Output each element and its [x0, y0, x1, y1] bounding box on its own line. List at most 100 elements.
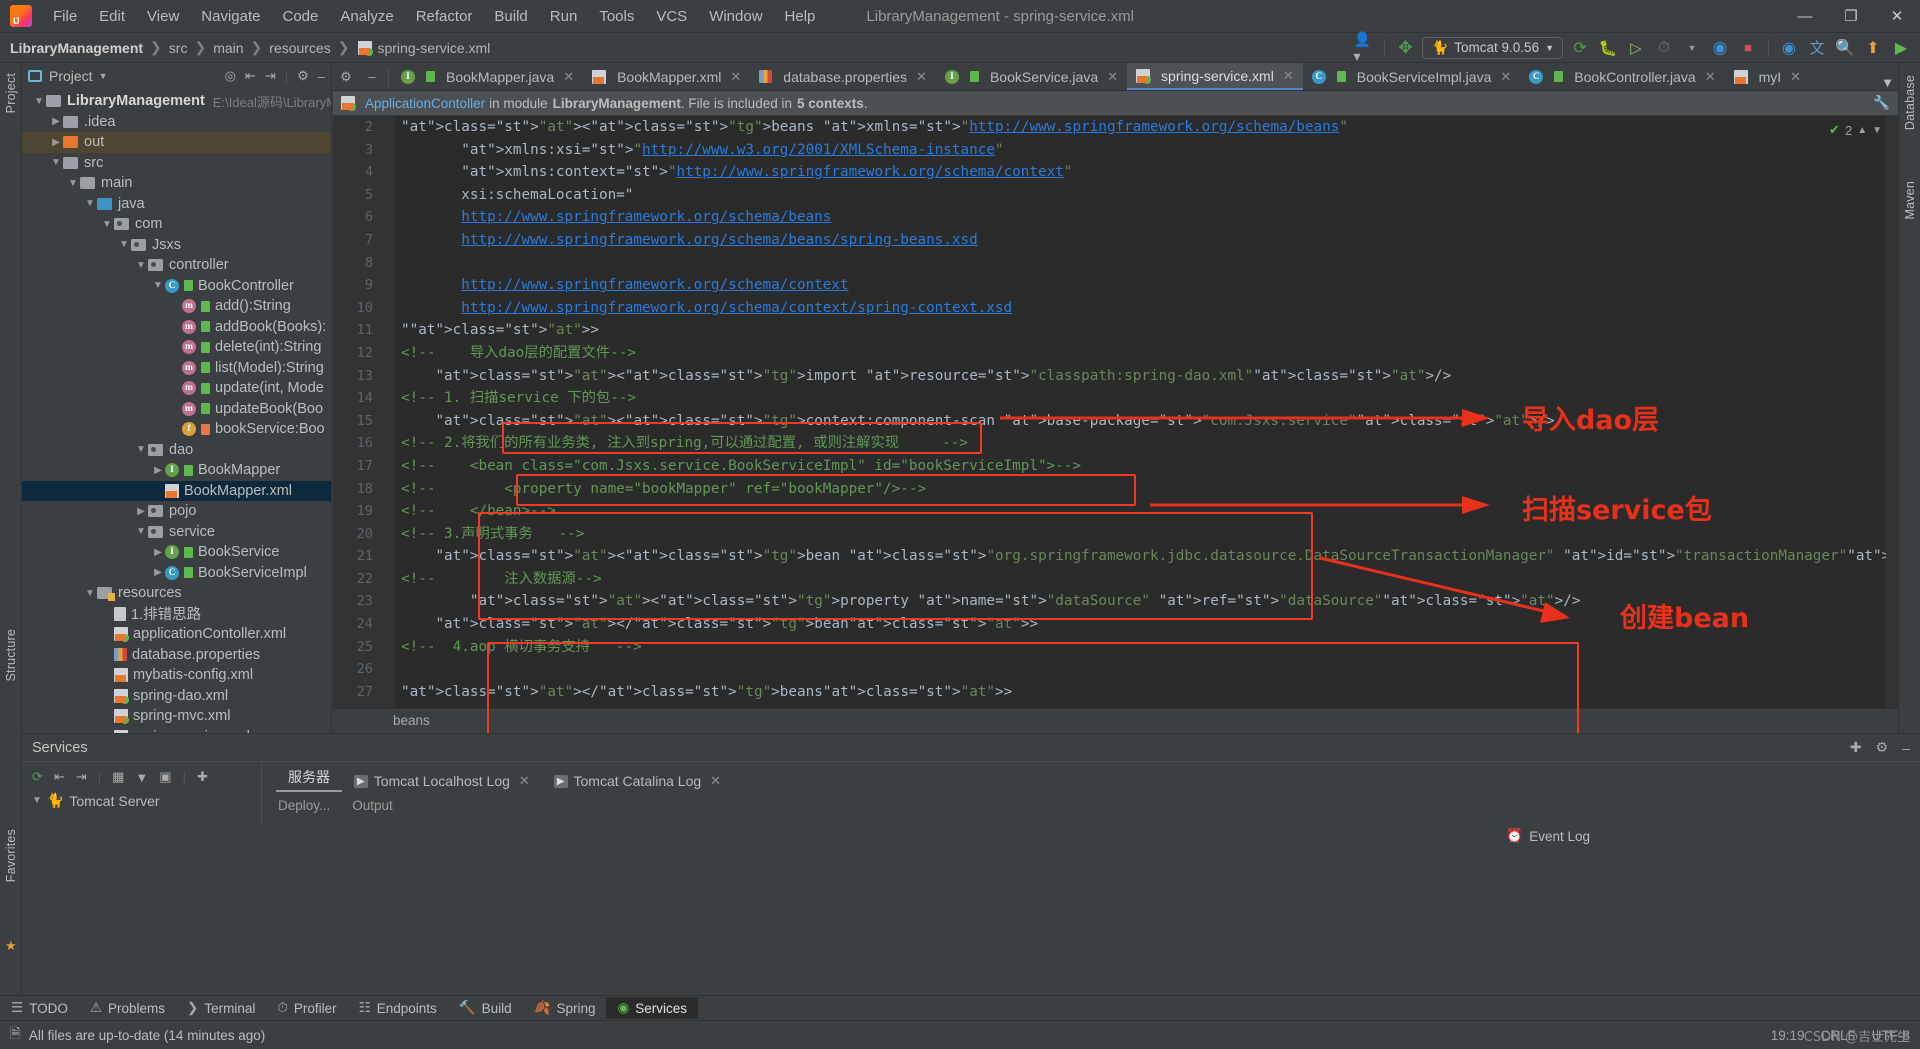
close-icon[interactable]: ✕: [1705, 69, 1716, 85]
expand-icon[interactable]: ⇤: [54, 769, 65, 785]
hammer-icon[interactable]: ✥: [1394, 37, 1416, 59]
tree-item[interactable]: m delete(int):String: [22, 337, 331, 358]
code-line[interactable]: http://www.springframework.org/schema/co…: [395, 297, 1898, 320]
search-everywhere-icon[interactable]: ◉: [1778, 37, 1800, 59]
editor-tab[interactable]: I BookService.java ✕: [936, 63, 1127, 90]
close-icon[interactable]: ✕: [730, 69, 741, 85]
chevron-down-icon[interactable]: ▼: [49, 157, 63, 168]
menu-tools[interactable]: Tools: [588, 5, 645, 28]
tool-window-structure[interactable]: Structure: [4, 623, 18, 688]
run-coverage-icon[interactable]: ▷: [1625, 37, 1647, 59]
code-line[interactable]: <!-- <bean class="com.Jsxs.service.BookS…: [395, 455, 1898, 478]
tree-item[interactable]: BookMapper.xml: [22, 480, 331, 501]
code-line[interactable]: "at">class="st">"at"><"at">class="st">"t…: [395, 545, 1898, 568]
code-line[interactable]: http://www.springframework.org/schema/be…: [395, 229, 1898, 252]
menu-view[interactable]: View: [136, 5, 190, 28]
tree-item[interactable]: ▼ src: [22, 153, 331, 174]
user-icon[interactable]: 👤▾: [1353, 31, 1375, 64]
chevron-down-icon[interactable]: ▼: [66, 178, 80, 189]
tree-item[interactable]: ▼ java: [22, 194, 331, 215]
collapse-all-icon[interactable]: ⇥: [265, 68, 276, 84]
notification-contexts[interactable]: 5 contexts: [797, 96, 864, 111]
maximize-button[interactable]: ❐: [1828, 0, 1874, 32]
translate-icon[interactable]: 文: [1806, 37, 1828, 59]
debug-icon[interactable]: 🐛: [1597, 37, 1619, 59]
add-service-icon[interactable]: ✚: [1850, 739, 1862, 756]
code-editor[interactable]: 2 3 4 5 6 7 8 9 10 11 12 13 14 15 16 17 18 19 20 21 22 23 24 25…: [333, 116, 1898, 708]
inspection-widget[interactable]: ✔ 2 ▲ ▼: [1829, 122, 1882, 138]
chevron-right-icon[interactable]: ▶: [151, 547, 165, 558]
tool-window-button-problems[interactable]: ⚠ Problems: [79, 997, 176, 1019]
tree-item[interactable]: spring-mvc.xml: [22, 706, 331, 727]
code-line[interactable]: "at">class="st">"at"><"at">class="st">"t…: [395, 116, 1898, 139]
idea-inspect-icon[interactable]: ◉: [1709, 37, 1731, 59]
tree-item[interactable]: ▶ C BookServiceImpl: [22, 563, 331, 584]
editor-tab[interactable]: database.properties ✕: [750, 63, 936, 90]
breadcrumb-main[interactable]: main: [213, 40, 243, 56]
chevron-down-icon[interactable]: ▼: [1881, 75, 1894, 90]
tree-item[interactable]: ▼ Jsxs: [22, 235, 331, 256]
code-line[interactable]: <!-- 导入dao层的配置文件-->: [395, 342, 1898, 365]
tree-item[interactable]: ▼ dao: [22, 440, 331, 461]
tree-item[interactable]: ▼ main: [22, 173, 331, 194]
code-line[interactable]: "at">class="st">"at"><"at">class="st">"t…: [395, 590, 1898, 613]
editor-scrollbar[interactable]: [1886, 116, 1898, 708]
code-line[interactable]: [395, 252, 1898, 275]
code-line[interactable]: <!-- 注入数据源-->: [395, 568, 1898, 591]
tool-window-database[interactable]: Database: [1903, 69, 1917, 136]
menu-refactor[interactable]: Refactor: [405, 5, 484, 28]
group-icon[interactable]: ▦: [112, 769, 124, 785]
tab-overflow[interactable]: ▼: [1881, 75, 1898, 90]
editor-tab[interactable]: I BookMapper.java ✕: [392, 63, 583, 90]
tree-item[interactable]: ▼ controller: [22, 255, 331, 276]
close-icon[interactable]: ✕: [710, 773, 721, 789]
tree-item[interactable]: ▶ out: [22, 132, 331, 153]
menu-file[interactable]: File: [42, 5, 88, 28]
tool-window-favorites[interactable]: Favorites: [4, 823, 18, 888]
code-line[interactable]: <!-- 2.将我们的所有业务类, 注入到spring,可以通过配置, 或则注解…: [395, 432, 1898, 455]
editor-tab[interactable]: BookMapper.xml ✕: [583, 63, 750, 90]
menu-window[interactable]: Window: [698, 5, 773, 28]
chevron-down-icon[interactable]: ▼: [32, 795, 42, 806]
filter-icon[interactable]: ▼: [135, 770, 148, 785]
menu-help[interactable]: Help: [774, 5, 827, 28]
star-icon[interactable]: ★: [5, 938, 17, 954]
code-line[interactable]: "at">class="st">"at"></"at">class="st">"…: [395, 681, 1898, 704]
chevron-down-icon[interactable]: ▼: [83, 588, 97, 599]
chevron-right-icon[interactable]: ▶: [49, 137, 63, 148]
chevron-down-icon[interactable]: ▼: [1681, 37, 1703, 59]
tree-item[interactable]: ▼ LibraryManagement E:\Ideal源码\LibraryMa: [22, 91, 331, 112]
expand-all-icon[interactable]: ⇤: [245, 68, 256, 84]
chevron-down-icon[interactable]: ▼: [134, 526, 148, 537]
code-line[interactable]: <!-- 3.声明式事务 -->: [395, 523, 1898, 546]
chevron-down-icon[interactable]: ▼: [151, 280, 165, 291]
stop-icon[interactable]: ■: [1737, 37, 1759, 59]
tree-item[interactable]: database.properties: [22, 645, 331, 666]
layout-icon[interactable]: ▣: [159, 769, 171, 785]
breadcrumb-src[interactable]: src: [169, 40, 188, 56]
project-tree[interactable]: ▼ LibraryManagement E:\Ideal源码\LibraryMa ▶.…: [22, 89, 331, 747]
settings-icon[interactable]: ⚙: [333, 63, 359, 90]
services-tree-root[interactable]: Tomcat Server: [69, 793, 159, 809]
code-content[interactable]: "at">class="st">"at"><"at">class="st">"t…: [395, 116, 1898, 708]
code-line[interactable]: http://www.springframework.org/schema/be…: [395, 206, 1898, 229]
chevron-right-icon[interactable]: ▶: [49, 116, 63, 127]
close-icon[interactable]: ✕: [1790, 69, 1801, 85]
event-log-button[interactable]: ⏰ Event Log: [1506, 828, 1590, 844]
tool-window-project[interactable]: Project: [4, 67, 18, 119]
chevron-down-icon[interactable]: ▼: [32, 96, 46, 107]
code-line[interactable]: <!-- </bean>-->: [395, 500, 1898, 523]
menu-vcs[interactable]: VCS: [645, 5, 698, 28]
code-line[interactable]: "at">xmlns:xsi="st">"http://www.w3.org/2…: [395, 139, 1898, 162]
tree-item[interactable]: m add():String: [22, 296, 331, 317]
services-tree[interactable]: ▼ 🐈 Tomcat Server: [22, 792, 261, 809]
run-icon[interactable]: ⟳: [1569, 37, 1591, 59]
breadcrumb-resources[interactable]: resources: [269, 40, 330, 56]
chevron-right-icon[interactable]: ▶: [151, 465, 165, 476]
chevron-right-icon[interactable]: ▶: [151, 567, 165, 578]
close-icon[interactable]: ✕: [563, 69, 574, 85]
chevron-right-icon[interactable]: ▶: [134, 506, 148, 517]
code-line[interactable]: <!-- 4.aop 横切事务支持 -->: [395, 636, 1898, 659]
tool-window-button-build[interactable]: 🔨 Build: [448, 997, 523, 1019]
code-line[interactable]: [395, 658, 1898, 681]
